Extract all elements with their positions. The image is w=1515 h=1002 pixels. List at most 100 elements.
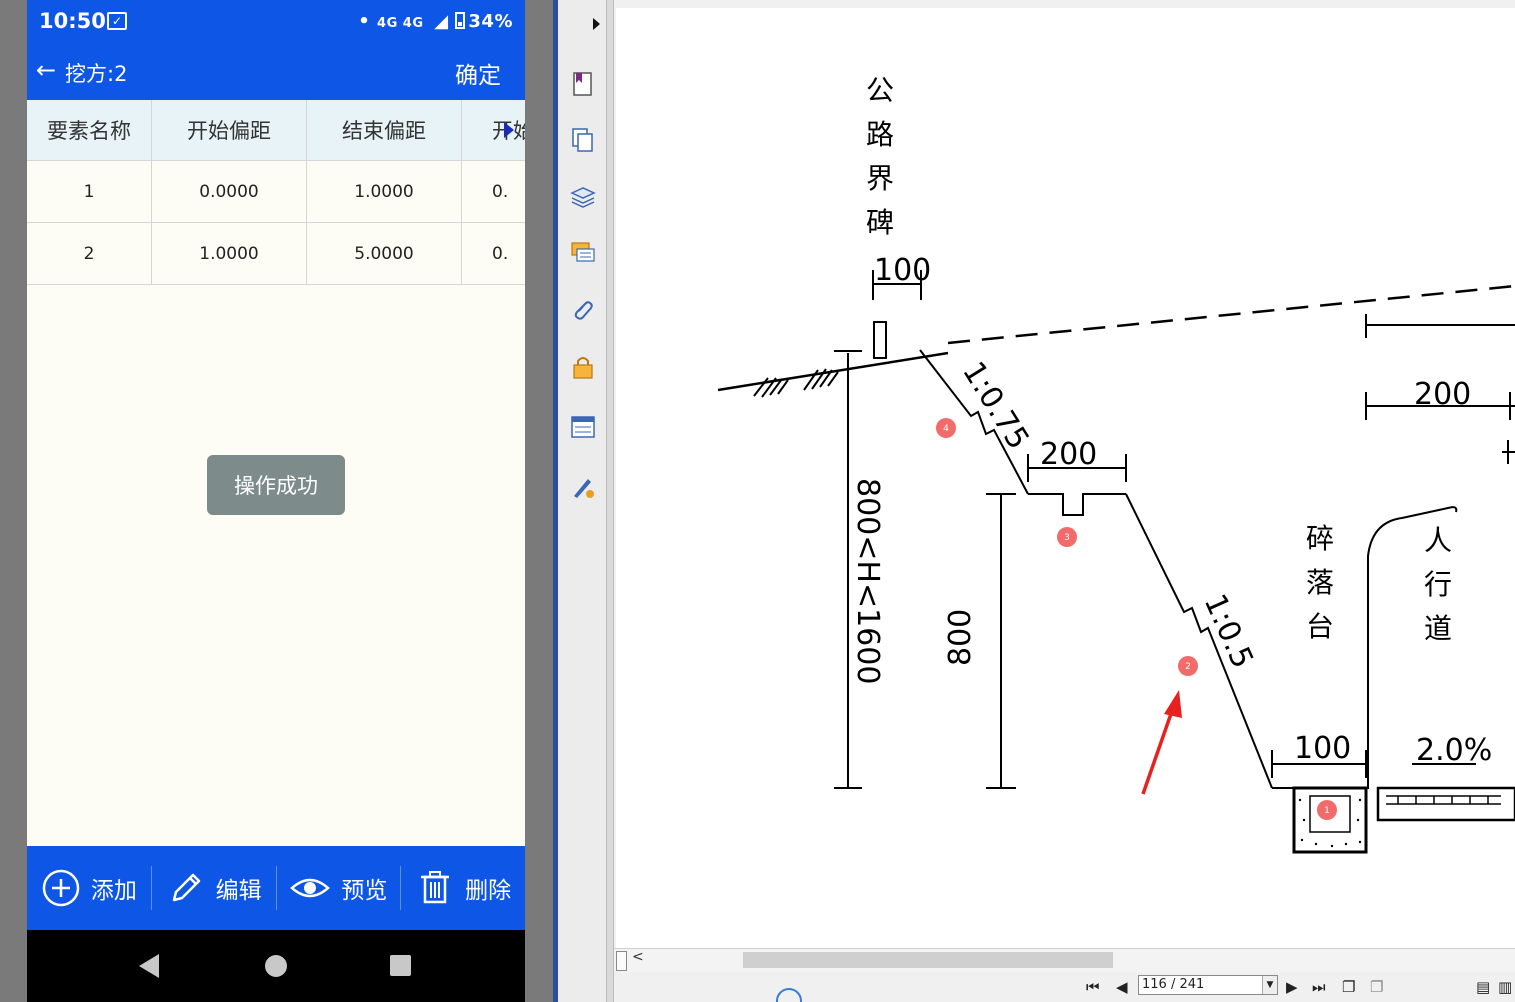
edit-label: 编辑 — [215, 878, 262, 904]
pdf-viewer: 公 路 界 碑 100 1:0.75 200 800<H<1600 800 1:… — [558, 0, 1515, 1002]
nav-home-icon[interactable] — [265, 955, 287, 977]
page-layout-icon[interactable]: ❐ — [1342, 978, 1355, 996]
eye-icon — [290, 878, 331, 898]
cell-extra: 0. — [492, 243, 509, 264]
chevron-down-icon[interactable]: ▼ — [1262, 976, 1277, 994]
panel-separator[interactable] — [606, 0, 614, 1002]
boundary-marker-char-4: 碑 — [866, 206, 894, 239]
height-dim-label: 800<H<1600 — [850, 478, 885, 684]
table-row[interactable]: 1 0.0000 1.0000 0. — [27, 161, 525, 223]
comments-icon[interactable] — [570, 240, 596, 266]
delete-label: 删除 — [465, 878, 512, 904]
cell-end-offset: 1.0000 — [307, 161, 462, 222]
table-header: 要素名称 开始偏距 结束偏距 开始 — [27, 100, 525, 161]
notification-check-icon: ✓ — [107, 12, 127, 30]
battery-icon — [455, 12, 466, 29]
preview-button[interactable]: 预览 — [277, 866, 402, 910]
boundary-marker-char-3: 界 — [866, 162, 894, 195]
scroll-thumb[interactable] — [743, 952, 1113, 968]
confirm-button[interactable]: 确定 — [455, 56, 501, 90]
marker-2-label: 2 — [1185, 662, 1191, 672]
prev-page-icon[interactable]: ◀ — [1116, 978, 1128, 996]
android-nav-bar — [27, 930, 525, 1002]
grade-label: 2.0% — [1416, 733, 1492, 768]
scroll-right-indicator-icon[interactable] — [504, 122, 514, 138]
nav-recent-icon[interactable] — [390, 955, 411, 976]
sidewalk-char-2: 行 — [1424, 568, 1452, 601]
single-page-icon[interactable]: ▤ — [1476, 978, 1490, 996]
status-right: • 4G 4G ◢ 34% — [358, 11, 513, 32]
cell-name: 2 — [27, 223, 152, 284]
ground-line — [717, 351, 949, 392]
header-start-offset[interactable]: 开始偏距 — [152, 100, 307, 160]
page-layout-alt-icon[interactable]: ❐ — [1370, 978, 1383, 996]
pencil-icon — [172, 873, 200, 902]
rockfall-char-3: 台 — [1306, 610, 1334, 643]
cell-end-offset: 5.0000 — [307, 223, 462, 284]
boundary-marker-char-1: 公 — [866, 74, 894, 107]
form-fields-icon[interactable] — [570, 414, 596, 440]
add-label: 添加 — [90, 878, 137, 904]
header-end-offset[interactable]: 结束偏距 — [307, 100, 462, 160]
pdf-tool-strip — [558, 0, 606, 1002]
continuous-page-icon[interactable]: ▥ — [1498, 978, 1512, 996]
sidewalk-char-3: 道 — [1424, 612, 1452, 645]
page-number-field[interactable]: 116 / 241 ▼ — [1138, 975, 1278, 995]
scroll-left-icon[interactable]: < — [632, 949, 644, 965]
next-page-icon[interactable]: ▶ — [1286, 978, 1298, 996]
horizontal-scrollbar[interactable]: < — [614, 948, 1515, 973]
bookmark-icon[interactable] — [570, 71, 596, 97]
dim-800-label: 800 — [943, 609, 978, 666]
rockfall-char-1: 碎 — [1306, 522, 1334, 555]
phone-screen: 10:50 ✓ • 4G 4G ◢ 34% ← 挖方:2 确定 要素名称 开始偏… — [27, 0, 525, 1002]
pages-icon[interactable] — [570, 127, 596, 153]
page-title: 挖方:2 — [65, 62, 128, 86]
marker-3-label: 3 — [1064, 533, 1070, 543]
trash-icon — [421, 871, 450, 904]
cross-section-drawing: 公 路 界 碑 100 1:0.75 200 800<H<1600 800 1:… — [717, 74, 1515, 854]
delete-button[interactable]: 删除 — [401, 866, 525, 910]
cell-extra: 0. — [492, 181, 509, 202]
slope-1-label: 1:0.75 — [955, 356, 1036, 456]
layers-icon[interactable] — [570, 184, 596, 210]
table-row[interactable]: 2 1.0000 5.0000 0. — [27, 223, 525, 285]
add-button[interactable]: 添加 — [27, 866, 152, 910]
bench-line — [1028, 493, 1126, 516]
cell-start-offset: 0.0000 — [152, 161, 307, 222]
header-start-col[interactable]: 开始 — [462, 100, 525, 160]
bottom-action-bar: 添加 编辑 预览 删除 — [27, 846, 525, 930]
header-element-name[interactable]: 要素名称 — [27, 100, 152, 160]
dim-200-mid-label: 200 — [1040, 437, 1097, 472]
dashed-ground — [947, 284, 1515, 345]
edit-button[interactable]: 编辑 — [152, 866, 277, 910]
slope-2-label: 1:0.5 — [1197, 589, 1260, 673]
arrow-left-icon[interactable]: ← — [36, 56, 56, 84]
network-label: 4G 4G — [377, 16, 424, 31]
rockfall-char-2: 落 — [1306, 566, 1334, 599]
pdf-page: 公 路 界 碑 100 1:0.75 200 800<H<1600 800 1:… — [616, 8, 1515, 948]
page-number-value: 116 / 241 — [1142, 977, 1205, 992]
app-bar: ← 挖方:2 确定 — [27, 46, 525, 100]
success-toast: 操作成功 — [207, 455, 345, 515]
boundary-marker-char-2: 路 — [866, 118, 894, 151]
last-page-icon[interactable]: ⏭ — [1312, 978, 1326, 996]
boundary-post — [873, 321, 887, 359]
battery-percent: 34% — [468, 11, 513, 32]
dim-100-top-label: 100 — [874, 253, 931, 288]
status-time: 10:50 — [39, 9, 106, 33]
scroll-corner — [616, 951, 627, 971]
attachment-icon[interactable] — [570, 297, 596, 323]
first-page-icon[interactable]: ⏮ — [1086, 978, 1100, 996]
preview-label: 预览 — [341, 878, 388, 904]
expand-panel-icon[interactable] — [593, 18, 600, 30]
dim-200-right-label: 200 — [1414, 377, 1471, 412]
nav-back-icon[interactable] — [139, 954, 159, 978]
marker-1-label: 1 — [1324, 806, 1330, 816]
lock-icon[interactable] — [570, 354, 596, 380]
dot-icon: • — [358, 11, 371, 32]
cell-name: 1 — [27, 161, 152, 222]
signal-icon: ◢ — [434, 11, 449, 32]
signature-icon[interactable] — [570, 474, 596, 500]
dim-800 — [986, 493, 1016, 789]
sidewalk-char-1: 人 — [1424, 524, 1452, 557]
